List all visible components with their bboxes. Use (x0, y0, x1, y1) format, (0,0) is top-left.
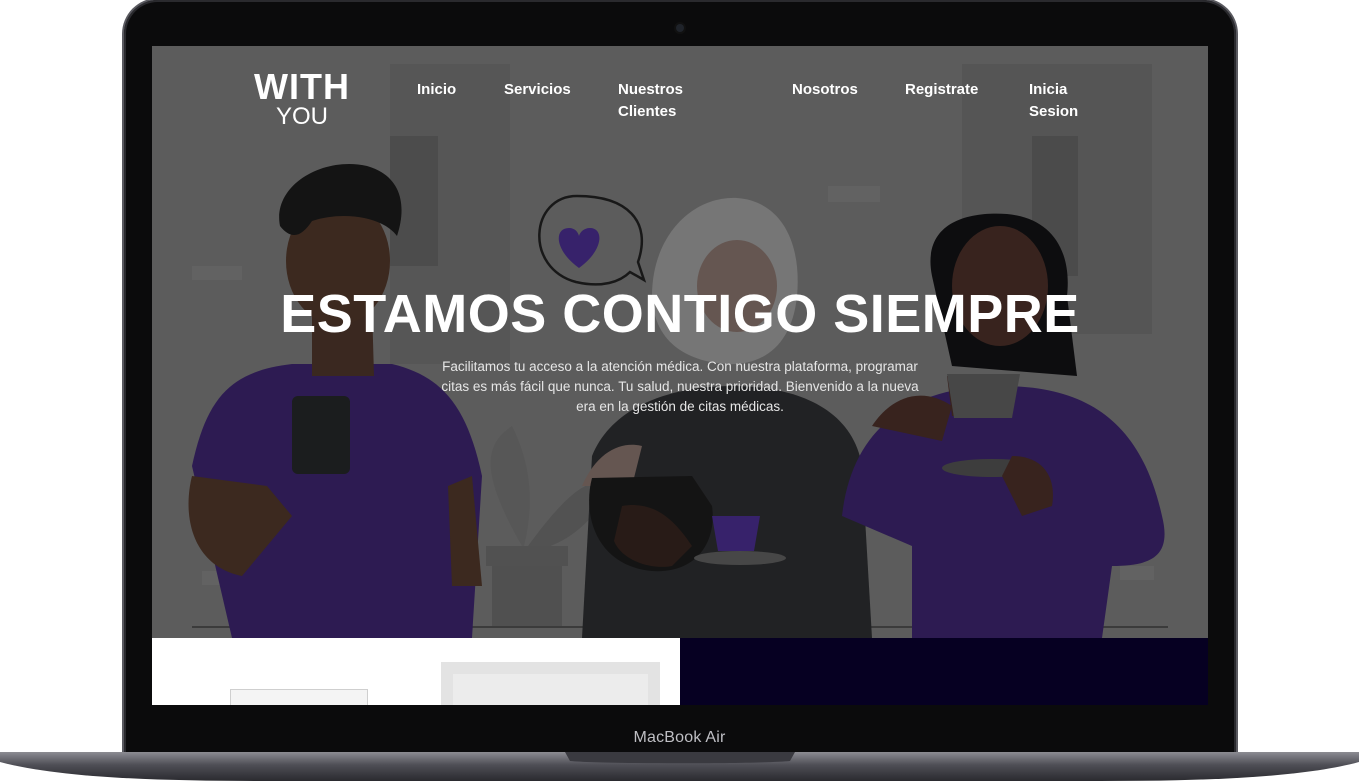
nav-link-servicios[interactable]: Servicios (504, 79, 571, 101)
nav-link-nuestros-clientes[interactable]: Nuestros Clientes (618, 79, 698, 123)
features-panel-left (152, 638, 680, 705)
device-label: MacBook Air (633, 729, 726, 746)
brand-logo[interactable]: WITH YOU (250, 66, 354, 130)
browser-viewport: WITH YOU Inicio Servicios Nuestros Clien… (152, 46, 1208, 705)
camera-icon (676, 24, 684, 32)
logo-line-2: YOU (275, 103, 328, 130)
nav-link-nosotros[interactable]: Nosotros (792, 79, 858, 101)
feature-card-frame (441, 662, 660, 705)
hero-description: Facilitamos tu acceso a la atención médi… (441, 359, 919, 414)
hero-section: WITH YOU Inicio Servicios Nuestros Clien… (152, 46, 1208, 638)
features-panel-right (680, 638, 1208, 705)
logo-line-1: WITH (254, 66, 350, 107)
nav-link-inicio[interactable]: Inicio (417, 79, 456, 101)
laptop-base (0, 748, 1359, 781)
feature-card-frame-inner (453, 674, 648, 705)
nav-link-inicia-sesion[interactable]: Inicia Sesion (1029, 79, 1089, 123)
hero-title: ESTAMOS CONTIGO SIEMPRE (280, 284, 1080, 344)
nav-link-registrate[interactable]: Registrate (905, 79, 978, 101)
feature-card-image (230, 689, 368, 705)
